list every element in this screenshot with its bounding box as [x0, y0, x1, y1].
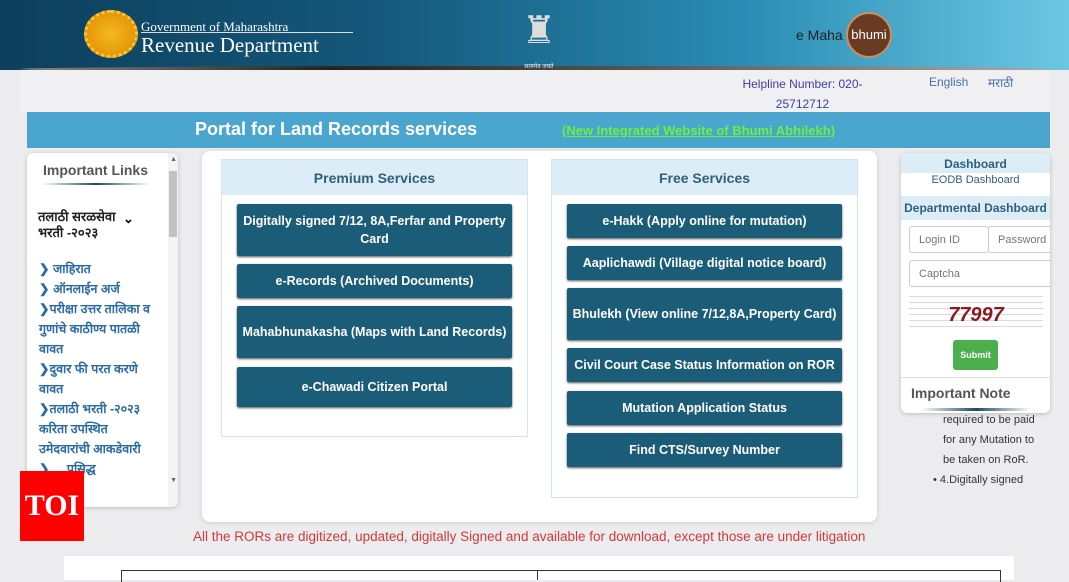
- scroll-up-icon[interactable]: ▲: [170, 156, 177, 163]
- emahabhumi-logo-text: e Maha: [796, 27, 843, 43]
- section-title[interactable]: तलाठी सरळसेवा भरती -२०२३: [38, 209, 130, 241]
- login-id-input[interactable]: [909, 226, 989, 253]
- aaplichawdi-button[interactable]: Aaplichawdi (Village digital notice boar…: [567, 246, 842, 280]
- civil-court-status-button[interactable]: Civil Court Case Status Information on R…: [567, 348, 842, 382]
- captcha-input[interactable]: [909, 260, 1050, 287]
- department-title: Revenue Department: [141, 32, 353, 58]
- chevron-down-icon[interactable]: ⌄: [123, 211, 134, 227]
- e-chawadi-button[interactable]: e-Chawadi Citizen Portal: [237, 367, 512, 407]
- premium-services-title: Premium Services: [222, 160, 527, 195]
- helpline-number: Helpline Number: 020-25712712: [742, 77, 863, 111]
- e-hakk-button[interactable]: e-Hakk (Apply online for mutation): [567, 204, 842, 238]
- links-list: ❯ जाहिरात ❯ ऑनलाईन अर्ज ❯परीक्षा उत्तर त…: [39, 259, 151, 479]
- services-panel: Premium Services Digitally signed 7/12, …: [202, 151, 877, 522]
- bhulekh-button[interactable]: Bhulekh (View online 7/12,8A,Property Ca…: [567, 288, 842, 340]
- page-title: Portal for Land Records services: [195, 119, 478, 139]
- scrollbar[interactable]: ▲ ▼: [168, 153, 178, 507]
- panel-title: Important Links: [43, 162, 149, 178]
- submit-button[interactable]: Submit: [953, 340, 998, 370]
- note-bullet-text: 4.Digitally signed: [939, 474, 1024, 486]
- link-item[interactable]: ❯ जाहिरात: [39, 259, 151, 279]
- ror-notice: All the RORs are digitized, updated, dig…: [193, 529, 866, 544]
- bottom-table: [121, 570, 1001, 582]
- link-item[interactable]: ❯तलाठी भरती -२०२३ करिता उपस्थित उमेदवारा…: [39, 399, 151, 459]
- find-cts-survey-button[interactable]: Find CTS/Survey Number: [567, 433, 842, 467]
- eodb-dashboard-link[interactable]: EODB Dashboard: [901, 174, 1050, 186]
- dashboard-heading: Dashboard: [901, 153, 1050, 173]
- link-item[interactable]: ❯ ऑनलाईन अर्ज: [39, 279, 151, 299]
- important-links-panel: Important Links तलाठी सरळसेवा भरती -२०२३…: [27, 153, 178, 507]
- free-services-title: Free Services: [552, 160, 857, 195]
- top-bar: [20, 70, 1050, 112]
- premium-services: Premium Services Digitally signed 7/12, …: [221, 159, 528, 437]
- e-records-button[interactable]: e-Records (Archived Documents): [237, 264, 512, 298]
- link-item[interactable]: ❯परीक्षा उत्तर तालिका व गुणांचे काठीण्य …: [39, 299, 151, 359]
- new-website-link[interactable]: (New Integrated Website of Bhumi Abhilek…: [562, 123, 835, 138]
- maharashtra-seal-logo: [84, 10, 138, 58]
- divider: [901, 377, 1050, 378]
- table-divider: [537, 570, 538, 580]
- scrollbar-thumb[interactable]: [169, 171, 177, 237]
- toi-watermark-logo: TOI: [20, 471, 84, 541]
- important-note-title: Important Note: [911, 385, 1011, 401]
- departmental-dashboard-heading: Departmental Dashboard: [901, 196, 1050, 220]
- mahabhunakasha-button[interactable]: Mahabhunakasha (Maps with Land Records): [237, 306, 512, 358]
- dashboard-panel: Dashboard EODB Dashboard Departmental Da…: [901, 153, 1050, 413]
- emahabhumi-logo: bhumi: [846, 12, 892, 58]
- national-emblem-icon: ♜: [521, 10, 557, 52]
- language-english-link[interactable]: English: [929, 75, 968, 89]
- language-marathi-link[interactable]: मराठी: [988, 74, 1013, 91]
- note-bullet: • 4.Digitally signed: [933, 474, 1024, 486]
- portal-banner: [27, 112, 1050, 148]
- password-input[interactable]: [988, 226, 1050, 253]
- mutation-status-button[interactable]: Mutation Application Status: [567, 391, 842, 425]
- link-item[interactable]: ❯दुवार फी परत करणे वावत: [39, 359, 151, 399]
- scroll-down-icon[interactable]: ▼: [170, 477, 177, 484]
- emblem-caption: सत्यमेव जयते: [524, 64, 554, 70]
- title-underline: [41, 183, 151, 185]
- digitally-signed-712-button[interactable]: Digitally signed 7/12, 8A,Ferfar and Pro…: [237, 204, 512, 256]
- note-text: required to be paid for any Mutation to …: [943, 414, 1035, 466]
- captcha-image: 77997: [909, 296, 1043, 332]
- free-services: Free Services e-Hakk (Apply online for m…: [551, 159, 858, 498]
- important-note-text: required to be paid for any Mutation to …: [933, 410, 1043, 490]
